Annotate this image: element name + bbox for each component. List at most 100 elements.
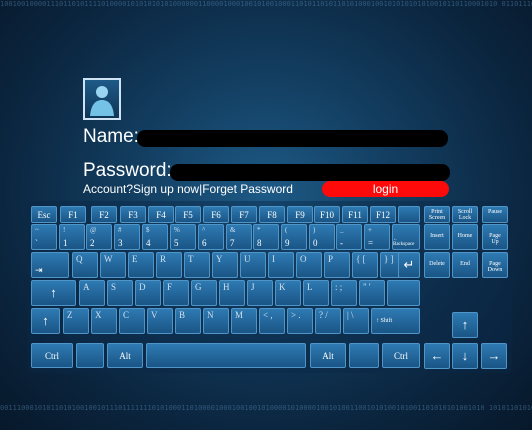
key-symbol[interactable]: + = [364, 224, 390, 250]
key-q[interactable]: Q [72, 252, 98, 278]
key-symbol[interactable]: < , [259, 308, 285, 334]
key-f2[interactable]: F2 [91, 206, 117, 223]
right-alt-key[interactable]: Alt [310, 343, 346, 368]
left-alt-key[interactable]: Alt [107, 343, 143, 368]
key-b[interactable]: B [175, 308, 201, 334]
key-7[interactable]: & 7 [226, 224, 252, 250]
forgot-password-link[interactable]: Forget Password [202, 182, 293, 196]
key-label: I [272, 254, 275, 264]
right-menu-key[interactable] [349, 343, 379, 368]
key-z[interactable]: Z [63, 308, 89, 334]
tab-key[interactable]: ⇥ [31, 252, 69, 278]
arrow-up-key[interactable]: ↑ [452, 312, 478, 338]
key-s[interactable]: S [107, 280, 133, 306]
key-f9[interactable]: F9 [287, 206, 313, 223]
key-pause[interactable]: Pause [482, 206, 508, 223]
left-shift-key[interactable]: ↑ [31, 308, 60, 334]
key-f12[interactable]: F12 [370, 206, 396, 223]
key-r[interactable]: R [156, 252, 182, 278]
key-symbol[interactable]: ~ ` [31, 224, 57, 250]
key-v[interactable]: V [147, 308, 173, 334]
key-insert[interactable]: Insert [424, 224, 450, 250]
user-avatar-icon [83, 78, 121, 120]
key-4[interactable]: $4 [142, 224, 168, 250]
key-blank-fn[interactable] [398, 206, 420, 223]
key-symbol[interactable]: | \ [343, 308, 369, 334]
key-esc[interactable]: Esc [31, 206, 57, 223]
key-f1[interactable]: F1 [60, 206, 86, 223]
key-1[interactable]: ! 1 [59, 224, 85, 250]
key-i[interactable]: I [268, 252, 294, 278]
key-k[interactable]: K [275, 280, 301, 306]
key-8[interactable]: * 8 [253, 224, 279, 250]
key-c[interactable]: C [119, 308, 145, 334]
right-ctrl-key[interactable]: Ctrl [382, 343, 420, 368]
key-symbol[interactable]: " ' [359, 280, 385, 306]
left-ctrl-key[interactable]: Ctrl [31, 343, 73, 368]
key-symbol[interactable]: > . [287, 308, 313, 334]
key-g[interactable]: G [191, 280, 217, 306]
key-n[interactable]: N [203, 308, 229, 334]
key-label: F6 [211, 209, 221, 220]
key-page-up[interactable]: Page Up [482, 224, 508, 250]
key-u[interactable]: U [240, 252, 266, 278]
sign-up-link[interactable]: Sign up now [133, 182, 199, 196]
key-a[interactable]: A [79, 280, 105, 306]
key-label: T [188, 254, 194, 264]
key-0[interactable]: ) 0 [309, 224, 335, 250]
key-symbol[interactable]: : ; [331, 280, 357, 306]
enter-key[interactable]: ↵ [398, 252, 420, 278]
key-9[interactable]: (9 [281, 224, 307, 250]
name-input[interactable] [137, 130, 448, 147]
key-delete[interactable]: Delete [424, 252, 450, 278]
key-y[interactable]: Y [212, 252, 238, 278]
arrow-down-key[interactable]: ↓ [452, 343, 478, 369]
key-m[interactable]: M [231, 308, 257, 334]
key-symbol[interactable]: { [ [352, 252, 378, 278]
key-label: 5 [174, 238, 179, 248]
arrow-right-key[interactable]: → [481, 343, 507, 369]
key-f7[interactable]: F7 [231, 206, 257, 223]
right-shift-key[interactable]: ↑ Shift [371, 308, 420, 334]
key-blank-row4[interactable] [387, 280, 420, 306]
key-t[interactable]: T [184, 252, 210, 278]
key-l[interactable]: L [303, 280, 329, 306]
key-symbol[interactable]: _ - [336, 224, 362, 250]
key-home[interactable]: Home [452, 224, 478, 250]
key-5[interactable]: % 5 [170, 224, 196, 250]
key-x[interactable]: X [91, 308, 117, 334]
password-input[interactable] [170, 164, 450, 181]
key-2[interactable]: @2 [86, 224, 112, 250]
key-f8[interactable]: F8 [259, 206, 285, 223]
arrow-left-key[interactable]: ← [424, 343, 450, 369]
key-symbol[interactable]: ? / [315, 308, 341, 334]
key-label: M [235, 310, 244, 320]
login-button[interactable]: login [322, 181, 449, 197]
key-o[interactable]: O [296, 252, 322, 278]
left-win-key[interactable] [76, 343, 104, 368]
key-f5[interactable]: F5 [175, 206, 201, 223]
key-f10[interactable]: F10 [314, 206, 340, 223]
space-bar[interactable] [146, 343, 306, 368]
key-e[interactable]: E [128, 252, 154, 278]
key-f3[interactable]: F3 [120, 206, 146, 223]
key-label: Ctrl [44, 350, 59, 361]
key-h[interactable]: H [219, 280, 245, 306]
key-f4[interactable]: F4 [148, 206, 174, 223]
backspace-key[interactable]: ← Backspace [392, 224, 420, 250]
key-j[interactable]: J [247, 280, 273, 306]
key-3[interactable]: #3 [114, 224, 140, 250]
key-label: F8 [267, 209, 277, 220]
key-f6[interactable]: F6 [203, 206, 229, 223]
caps-lock-key[interactable]: ↑ [31, 280, 76, 306]
key-6[interactable]: ^ 6 [198, 224, 224, 250]
key-w[interactable]: W [100, 252, 126, 278]
key-scroll-lock[interactable]: Scroll Lock [452, 206, 478, 223]
key-d[interactable]: D [135, 280, 161, 306]
key-end[interactable]: End [452, 252, 478, 278]
key-f11[interactable]: F11 [342, 206, 368, 223]
key-page-down[interactable]: Page Down [482, 252, 508, 278]
key-f[interactable]: F [163, 280, 189, 306]
key-p[interactable]: P [324, 252, 350, 278]
key-print-screen[interactable]: Print Screen [424, 206, 450, 223]
